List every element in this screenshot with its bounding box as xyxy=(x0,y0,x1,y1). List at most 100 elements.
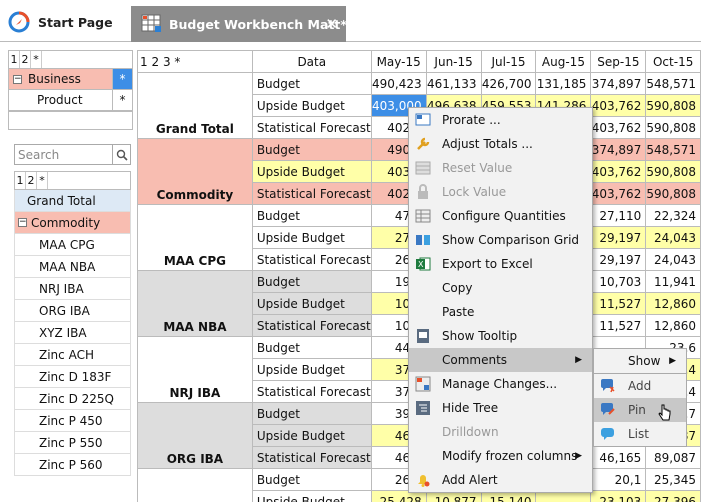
list-item[interactable]: Zinc P 550 xyxy=(14,432,131,454)
value-cell[interactable]: 46,165 xyxy=(590,446,647,469)
level-1-button[interactable]: 1 xyxy=(140,55,148,69)
search-input[interactable]: Search xyxy=(14,144,131,165)
value-cell[interactable]: 131,185 xyxy=(535,72,592,95)
level-1-button[interactable]: 1 xyxy=(15,172,26,189)
list-item[interactable]: NRJ IBA xyxy=(14,278,131,300)
month-column-header[interactable]: Aug-15 xyxy=(535,50,592,73)
value-cell[interactable]: 403,762 xyxy=(590,160,647,183)
menu-item-manage-changes[interactable]: Manage Changes... xyxy=(409,372,592,396)
value-cell[interactable]: 29,197 xyxy=(590,226,647,249)
value-cell[interactable]: 27,396 xyxy=(645,490,701,502)
data-column-header[interactable]: Data xyxy=(251,50,372,73)
menu-item-show-comparison-grid[interactable]: Show Comparison Grid xyxy=(409,228,592,252)
value-cell[interactable]: 12,860 xyxy=(645,314,701,337)
collapse-icon[interactable]: − xyxy=(13,74,22,84)
level-all-button[interactable]: * xyxy=(31,51,42,68)
tree-item-business[interactable]: − Business * xyxy=(8,69,133,90)
menu-item-hide-tree[interactable]: Hide Tree xyxy=(409,396,592,420)
menu-item-copy[interactable]: Copy xyxy=(409,276,592,300)
list-item[interactable]: ORG IBA xyxy=(14,300,131,322)
group-header-cell[interactable]: MAA NBA xyxy=(137,270,253,337)
month-column-header[interactable]: May-15 xyxy=(370,50,427,73)
tab-budget-workbench[interactable]: Budget Workbench Matt* ✕ xyxy=(131,6,347,42)
value-cell[interactable]: 374,897 xyxy=(590,138,647,161)
value-cell[interactable]: 490,423 xyxy=(370,72,427,95)
level-all-button[interactable]: * xyxy=(174,55,180,69)
list-item-commodity[interactable]: − Commodity xyxy=(14,212,131,234)
value-cell[interactable]: 10,703 xyxy=(590,270,647,293)
value-cell[interactable]: 590,808 xyxy=(645,160,701,183)
menu-item-configure-quantities[interactable]: Configure Quantities xyxy=(409,204,592,228)
level-all-button[interactable]: * xyxy=(37,172,48,189)
menu-item-paste[interactable]: Paste xyxy=(409,300,592,324)
menu-item-list-comments[interactable]: List xyxy=(594,422,686,446)
list-item[interactable]: Zinc P 560 xyxy=(14,454,131,476)
list-item[interactable]: Zinc D 183F xyxy=(14,366,131,388)
collapse-icon[interactable]: − xyxy=(18,218,27,227)
list-item[interactable]: Zinc ACH xyxy=(14,344,131,366)
value-cell[interactable]: 11,941 xyxy=(645,270,701,293)
menu-item-adjust-totals[interactable]: Adjust Totals ... xyxy=(409,132,592,156)
value-cell[interactable]: 590,808 xyxy=(645,116,701,139)
value-cell[interactable]: 20,1 xyxy=(590,468,647,491)
group-header-cell[interactable]: ORG IBA xyxy=(137,402,253,469)
list-item[interactable]: Zinc P 450 xyxy=(14,410,131,432)
value-cell[interactable]: 27,110 xyxy=(590,204,647,227)
month-column-header[interactable]: Sep-15 xyxy=(590,50,647,73)
level-2-button[interactable]: 2 xyxy=(26,172,37,189)
menu-item-prorate[interactable]: Prorate ... xyxy=(409,108,592,132)
search-icon[interactable] xyxy=(112,145,130,164)
value-cell[interactable]: 426,700 xyxy=(480,72,537,95)
submenu-arrow-icon: ▶ xyxy=(575,451,582,461)
value-cell[interactable]: 11,527 xyxy=(590,314,647,337)
level-1-button[interactable]: 1 xyxy=(9,51,20,68)
menu-item-modify-frozen-columns[interactable]: Modify frozen columns ▶ xyxy=(409,444,592,468)
level-3-button[interactable]: 3 xyxy=(163,55,171,69)
list-item-grand-total[interactable]: Grand Total xyxy=(14,190,131,212)
star-toggle[interactable]: * xyxy=(112,69,132,89)
value-cell[interactable]: 461,133 xyxy=(425,72,482,95)
value-cell[interactable]: 374,897 xyxy=(590,72,647,95)
value-cell[interactable]: 23,103 xyxy=(590,490,647,502)
value-cell[interactable]: 403,762 xyxy=(590,94,647,117)
menu-item-add-alert[interactable]: Add Alert xyxy=(409,468,592,492)
value-cell[interactable]: 22,324 xyxy=(645,204,701,227)
group-header-cell[interactable]: Commodity xyxy=(137,138,253,205)
group-header-cell[interactable]: MAA CPG xyxy=(137,204,253,271)
value-cell[interactable]: 12,860 xyxy=(645,292,701,315)
value-cell[interactable]: 29,197 xyxy=(590,248,647,271)
value-cell[interactable]: 11,527 xyxy=(590,292,647,315)
list-item[interactable]: MAA NBA xyxy=(14,256,131,278)
value-cell[interactable]: 25,345 xyxy=(645,468,701,491)
level-2-button[interactable]: 2 xyxy=(20,51,31,68)
menu-item-pin-comment[interactable]: Pin xyxy=(594,398,686,422)
list-item[interactable]: MAA CPG xyxy=(14,234,131,256)
group-header-cell[interactable] xyxy=(137,468,253,502)
list-item[interactable]: XYZ IBA xyxy=(14,322,131,344)
value-cell[interactable]: 403,762 xyxy=(590,116,647,139)
value-cell[interactable]: 403,762 xyxy=(590,182,647,205)
tree-item-product[interactable]: Product * xyxy=(8,90,133,111)
value-cell[interactable]: 24,043 xyxy=(645,248,701,271)
value-cell[interactable]: 89,087 xyxy=(645,446,701,469)
star-toggle[interactable]: * xyxy=(112,90,132,110)
value-cell[interactable]: 590,808 xyxy=(645,94,701,117)
menu-item-export-to-excel[interactable]: X Export to Excel xyxy=(409,252,592,276)
group-header-cell[interactable]: NRJ IBA xyxy=(137,336,253,403)
value-cell[interactable]: 548,571 xyxy=(645,138,701,161)
close-tab-icon[interactable]: ✕ xyxy=(325,15,338,33)
tab-start-page[interactable]: Start Page xyxy=(8,4,128,40)
menu-item-add-comment[interactable]: Add xyxy=(594,374,686,398)
value-cell[interactable]: 590,808 xyxy=(645,182,701,205)
menu-item-show[interactable]: Show ▶ xyxy=(594,349,686,373)
menu-item-show-tooltip[interactable]: Show Tooltip xyxy=(409,324,592,348)
list-item[interactable]: Zinc D 225Q xyxy=(14,388,131,410)
value-cell[interactable]: 548,571 xyxy=(645,72,701,95)
month-column-header[interactable]: Jul-15 xyxy=(480,50,537,73)
month-column-header[interactable]: Jun-15 xyxy=(425,50,482,73)
group-header-cell[interactable]: Grand Total xyxy=(137,72,253,139)
menu-item-comments[interactable]: Comments ▶ xyxy=(409,348,592,372)
value-cell[interactable]: 24,043 xyxy=(645,226,701,249)
level-2-button[interactable]: 2 xyxy=(151,55,159,69)
month-column-header[interactable]: Oct-15 xyxy=(645,50,701,73)
